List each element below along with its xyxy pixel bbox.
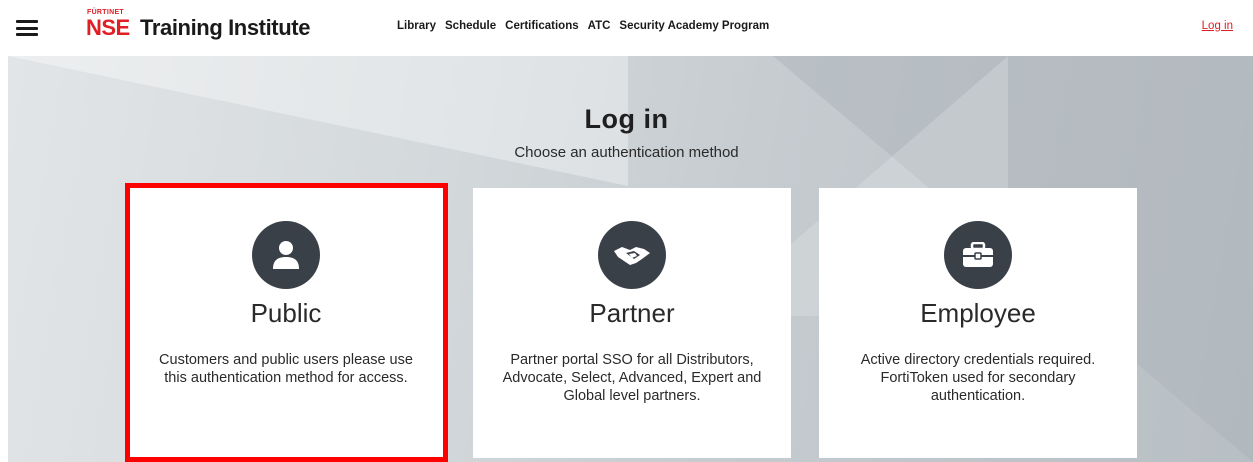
- logo-title-text: Training Institute: [140, 15, 311, 40]
- employee-card-description: Active directory credentials required. F…: [860, 352, 1096, 404]
- nav-schedule[interactable]: Schedule: [445, 20, 496, 32]
- partner-auth-card[interactable]: Partner Partner portal SSO for all Distr…: [473, 188, 791, 458]
- employee-auth-card[interactable]: Employee Active directory credentials re…: [819, 188, 1137, 458]
- page-subtitle: Choose an authentication method: [514, 144, 739, 161]
- nav-library[interactable]: Library: [397, 20, 436, 32]
- top-navigation-bar: FÜRTINET NSE Training Institute Library …: [0, 0, 1253, 56]
- public-card-title: Public: [250, 298, 322, 328]
- partner-card-title: Partner: [589, 298, 675, 328]
- hamburger-menu-icon[interactable]: [16, 20, 38, 36]
- public-card-description: Customers and public users please use th…: [159, 352, 413, 386]
- briefcase-icon: [944, 221, 1012, 289]
- logo-nse-text: NSE: [86, 15, 130, 40]
- main-nav: Library Schedule Certifications ATC Secu…: [397, 20, 778, 32]
- nav-atc[interactable]: ATC: [588, 20, 611, 32]
- page-title: Log in: [584, 104, 669, 134]
- user-icon: [252, 221, 320, 289]
- nav-security-academy-program[interactable]: Security Academy Program: [619, 20, 769, 32]
- nav-certifications[interactable]: Certifications: [505, 20, 579, 32]
- handshake-icon: [598, 221, 666, 289]
- public-auth-card[interactable]: Public Customers and public users please…: [127, 188, 445, 458]
- header-login-link[interactable]: Log in: [1202, 20, 1233, 32]
- employee-card-title: Employee: [920, 298, 1036, 328]
- partner-card-description: Partner portal SSO for all Distributors,…: [502, 352, 762, 404]
